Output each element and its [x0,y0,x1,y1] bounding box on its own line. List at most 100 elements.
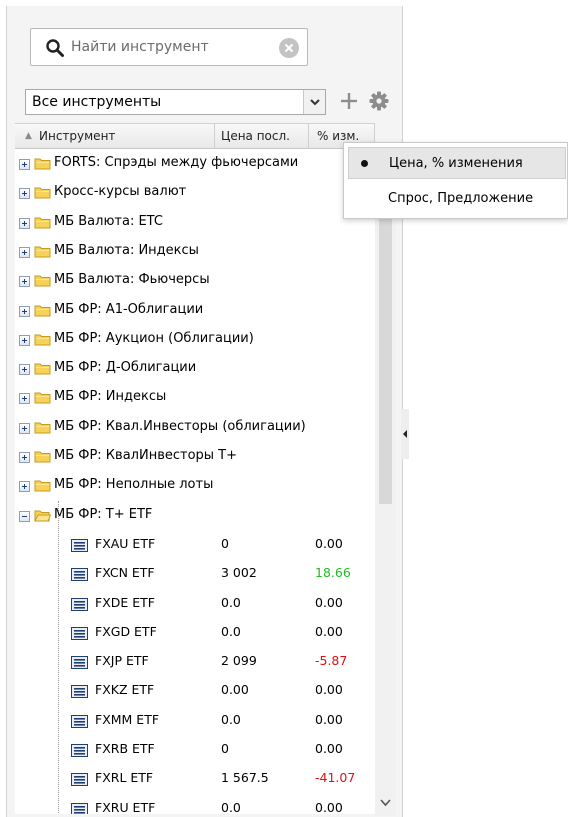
instrument-price: 0 [221,741,229,756]
tree-group-label: Кросс-курсы валют [54,184,187,200]
tree-group-row[interactable]: FORTS: Спрэды между фьючерсами [15,149,375,178]
menu-item-bid-ask[interactable]: Спрос, Предложение [348,183,566,215]
instrument-price: 0.0 [221,711,241,727]
instrument-change: 0.00 [315,711,343,727]
column-header-last-price[interactable]: Цена посл. [215,124,309,149]
instrument-icon [71,744,88,757]
folder-icon [34,509,52,522]
instrument-name: FXRL ETF [95,770,154,786]
instrument-price: 0.00 [221,682,249,698]
instrument-price: 3 002 [221,565,257,581]
tree-group-row[interactable]: МБ ФР: Т+ ETF [15,501,375,530]
display-mode-menu: Цена, % изменения Спрос, Предложение [343,142,568,219]
instrument-change: 0.00 [315,741,343,756]
instrument-price: 2 099 [221,653,257,669]
sort-asc-icon: ▲ [25,131,32,141]
instrument-price: 0 [221,535,229,551]
tree-group-row[interactable]: МБ Валюта: Индексы [15,237,375,266]
folder-icon [34,216,51,229]
instrument-price: 1 567.5 [221,770,269,786]
instrument-row[interactable]: FXRB ETF 0 0.00 [15,735,375,764]
dropdown-arrow-button[interactable] [303,90,325,114]
search-input[interactable] [71,33,267,61]
add-button[interactable] [338,87,360,115]
tree-group-label: МБ ФР: А1-Облигации [54,301,204,317]
expand-icon[interactable] [19,452,30,463]
tree-group-label: МБ ФР: Т+ ETF [54,506,153,522]
close-icon [284,43,294,53]
folder-icon [34,479,51,492]
instrument-price: 0.0 [221,623,241,639]
menu-item-price-change[interactable]: Цена, % изменения [348,147,566,179]
instrument-row[interactable]: FXRL ETF 1 567.5 -41.07 [15,764,375,793]
tree-group-label: FORTS: Спрэды между фьючерсами [54,155,299,170]
instrument-name: FXMM ETF [95,711,160,727]
instrument-row[interactable]: FXJP ETF 2 099 -5.87 [15,647,375,676]
settings-button[interactable] [369,91,389,111]
instrument-change: 0.00 [315,799,343,814]
instrument-row[interactable]: FXAU ETF 0 0.00 [15,530,375,559]
instrument-icon [71,685,88,699]
expand-icon[interactable] [19,422,30,434]
tree-group-row[interactable]: Кросс-курсы валют [15,178,375,207]
instrument-icon [71,802,88,814]
search-box[interactable] [30,28,308,66]
tree-group-row[interactable]: МБ ФР: Индексы [15,383,375,412]
instrument-row[interactable]: FXCN ETF 3 002 18.66 [15,559,375,588]
expand-icon[interactable] [19,481,30,493]
folder-icon [34,333,51,346]
tree-group-label: МБ ФР: КвалИнвесторы Т+ [54,448,238,463]
expand-icon[interactable] [19,246,30,258]
scrollbar-thumb[interactable] [379,169,392,504]
instrument-icon [71,538,88,552]
instrument-name: FXGD ETF [95,623,157,639]
expand-icon[interactable] [19,393,30,405]
instrument-group-select[interactable]: Все инструменты [25,89,326,115]
clear-search-button[interactable] [279,38,299,58]
expand-icon[interactable] [19,305,30,317]
tree-group-row[interactable]: МБ ФР: А1-Облигации [15,296,375,325]
tree-group-row[interactable]: МБ ФР: Д-Облигации [15,354,375,383]
tree-group-label: МБ ФР: Д-Облигации [54,360,197,376]
tree-group-label: МБ ФР: Аукцион (Облигации) [54,330,254,346]
instrument-change: 0.00 [315,594,343,610]
instrument-row[interactable]: FXDE ETF 0.0 0.00 [15,589,375,618]
tree-group-label: МБ Валюта: Фьючерсы [54,272,210,288]
instrument-row[interactable]: FXKZ ETF 0.00 0.00 [15,676,375,705]
folder-icon [34,362,51,375]
table-header: ▲ Инструмент Цена посл. % изм. [15,123,375,149]
vertical-scrollbar[interactable] [375,149,396,816]
scroll-down-icon[interactable] [380,798,391,808]
instrument-change: 0.00 [315,535,343,551]
expand-icon[interactable] [19,364,30,376]
expand-icon[interactable] [19,217,30,229]
instrument-name: FXJP ETF [95,653,149,669]
gear-icon [369,91,389,111]
folder-icon [34,391,51,404]
radio-selected-icon [361,160,368,167]
folder-icon [34,304,51,317]
tree-group-row[interactable]: МБ Валюта: ETC [15,208,375,237]
instrument-row[interactable]: FXRU ETF 0.0 0.00 [15,794,375,814]
folder-icon [34,186,51,199]
collapse-icon[interactable] [19,510,30,522]
column-header-instrument[interactable]: ▲ Инструмент [15,124,215,149]
tree-group-row[interactable]: МБ Валюта: Фьючерсы [15,266,375,295]
tree-group-label: МБ ФР: Неполные лоты [54,477,214,493]
tree-group-row[interactable]: МБ ФР: Квал.Инвесторы (облигации) [15,413,375,442]
expand-icon[interactable] [19,334,30,346]
expand-icon[interactable] [19,188,30,200]
instrument-icon [71,568,88,582]
plus-icon [341,93,357,109]
search-icon [46,39,64,57]
tree-group-row[interactable]: МБ ФР: КвалИнвесторы Т+ [15,442,375,471]
tree-group-label: МБ ФР: Квал.Инвесторы (облигации) [54,418,306,434]
instrument-row[interactable]: FXMM ETF 0.0 0.00 [15,706,375,735]
collapse-panel-handle[interactable] [401,409,409,459]
tree-group-row[interactable]: МБ ФР: Аукцион (Облигации) [15,325,375,354]
instrument-row[interactable]: FXGD ETF 0.0 0.00 [15,618,375,647]
tree-group-row[interactable]: МБ ФР: Неполные лоты [15,471,375,500]
expand-icon[interactable] [19,276,30,288]
expand-icon[interactable] [19,159,30,170]
instrument-name: FXDE ETF [95,594,155,610]
